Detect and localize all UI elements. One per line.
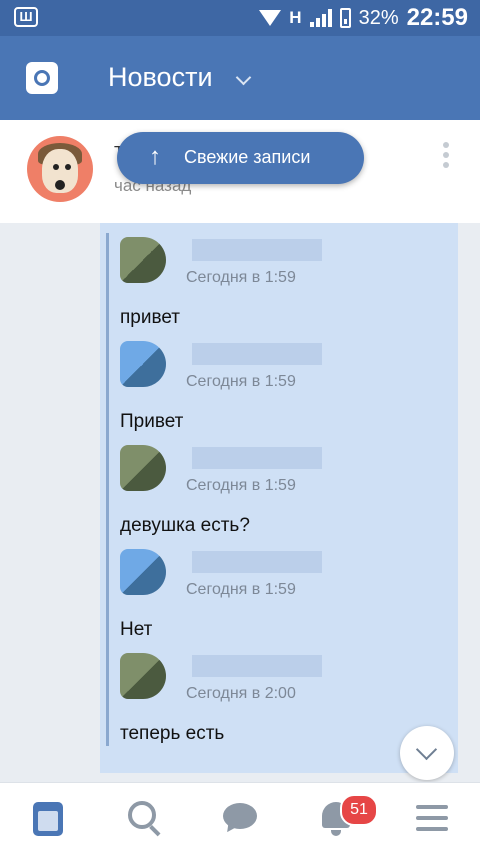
message-avatar[interactable] — [120, 341, 166, 387]
avatar-mouth — [55, 180, 65, 190]
message-time: Сегодня в 1:59 — [186, 581, 296, 598]
message-text: теперь есть — [120, 723, 225, 744]
message-time: Сегодня в 1:59 — [186, 269, 296, 286]
battery-icon — [339, 8, 351, 28]
search-icon — [128, 801, 156, 829]
message-text: Привет — [120, 411, 184, 432]
forwarded-messages-card[interactable]: Сегодня в 1:59 привет Сегодня в 1:59 При… — [100, 223, 458, 773]
message-item: Сегодня в 2:00 теперь есть — [100, 639, 440, 744]
battery-level: 32% — [358, 6, 399, 29]
network-type: H — [289, 8, 302, 27]
message-item: Сегодня в 1:59 Нет — [100, 535, 440, 640]
nav-messages[interactable] — [208, 783, 288, 855]
news-icon — [33, 802, 63, 836]
message-time: Сегодня в 2:00 — [186, 685, 296, 702]
message-text: Нет — [120, 619, 153, 640]
avatar-eye — [65, 164, 71, 170]
nav-search[interactable] — [112, 783, 192, 855]
feed[interactable]: Сегодня в 1:59 привет Сегодня в 1:59 При… — [0, 223, 480, 773]
message-author-blurred — [192, 447, 322, 469]
feed-title[interactable]: Новости — [108, 62, 213, 93]
message-author-blurred — [192, 239, 322, 261]
chevron-down-icon[interactable] — [235, 69, 252, 86]
message-author-blurred — [192, 655, 322, 677]
chat-icon — [223, 803, 257, 829]
menu-icon — [416, 805, 448, 831]
message-item: Сегодня в 1:59 привет — [100, 223, 440, 328]
scroll-down-button[interactable] — [400, 726, 454, 780]
nav-menu[interactable] — [400, 783, 480, 855]
avatar[interactable] — [27, 136, 93, 202]
message-author-blurred — [192, 551, 322, 573]
message-item: Сегодня в 1:59 Привет — [100, 327, 440, 432]
avatar-eye — [53, 164, 59, 170]
camera-icon[interactable] — [26, 62, 58, 94]
nav-news[interactable] — [0, 783, 80, 855]
signal-icon — [309, 9, 332, 27]
message-avatar[interactable] — [120, 237, 166, 283]
wifi-icon — [259, 10, 282, 26]
more-vert-icon[interactable] — [443, 142, 449, 168]
app-notification-icon: Ш — [14, 7, 38, 27]
clock: 22:59 — [406, 4, 468, 31]
app-bar: Новости — [0, 36, 480, 120]
message-time: Сегодня в 1:59 — [186, 373, 296, 390]
fresh-posts-button[interactable]: ↑ Свежие записи — [117, 132, 364, 184]
notifications-badge: 51 — [340, 794, 378, 826]
arrow-up-icon: ↑ — [149, 143, 161, 170]
message-text: девушка есть? — [120, 515, 250, 536]
message-author-blurred — [192, 343, 322, 365]
message-avatar[interactable] — [120, 445, 166, 491]
fresh-posts-label: Свежие записи — [184, 147, 311, 167]
message-item: Сегодня в 1:59 девушка есть? — [100, 431, 440, 536]
message-text: привет — [120, 307, 180, 328]
message-avatar[interactable] — [120, 653, 166, 699]
chevron-down-icon — [415, 738, 438, 761]
bottom-nav — [0, 782, 480, 855]
message-time: Сегодня в 1:59 — [186, 477, 296, 494]
status-bar: Ш H 32% 22:59 — [0, 0, 480, 36]
message-avatar[interactable] — [120, 549, 166, 595]
